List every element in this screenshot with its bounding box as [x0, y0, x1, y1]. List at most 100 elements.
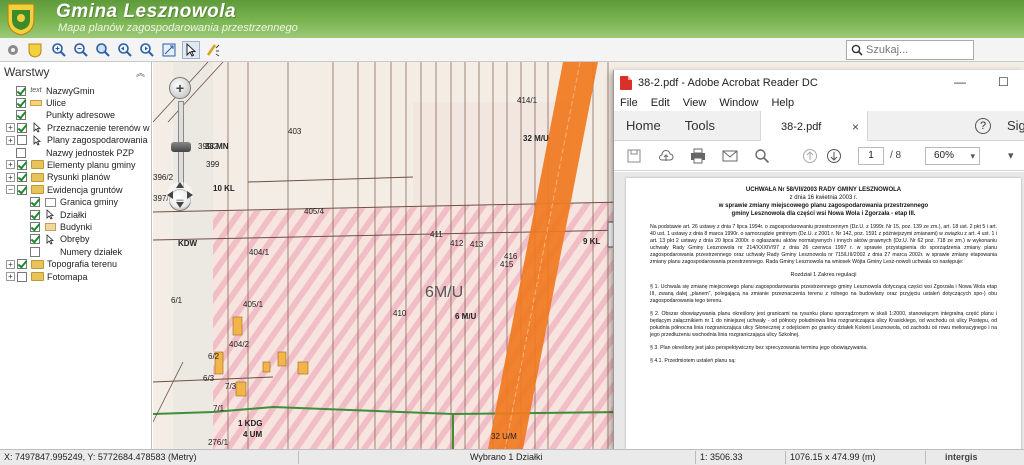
close-tab-icon[interactable]: × [852, 120, 859, 134]
sign-in-label[interactable]: Sig [1007, 118, 1024, 133]
email-icon[interactable] [722, 148, 738, 164]
tab-home[interactable]: Home [614, 111, 673, 140]
menu-item-edit[interactable]: Edit [651, 97, 670, 109]
layer-checkbox[interactable] [30, 197, 40, 208]
layer-item[interactable]: Granica gminy [30, 196, 118, 209]
layer-item[interactable]: + Plany zagospodarowania [6, 134, 148, 147]
expand-toggle-icon[interactable]: + [6, 272, 15, 281]
search-box[interactable] [846, 40, 974, 60]
layer-item[interactable]: Nazwy jednostek PZP [16, 146, 134, 159]
layer-checkbox[interactable] [17, 159, 27, 170]
zoom-out-icon[interactable] [72, 41, 90, 59]
pdf-viewer[interactable]: UCHWAŁA Nr 58/VII/2003 RADY GMINY LESZNO… [614, 172, 1024, 449]
select-cursor-icon[interactable] [182, 41, 200, 59]
page-up-icon[interactable] [802, 148, 818, 164]
zoom-box-icon[interactable] [94, 41, 112, 59]
pdf-page: UCHWAŁA Nr 58/VII/2003 RADY GMINY LESZNO… [626, 178, 1021, 449]
tab-document[interactable]: 38-2.pdf × [760, 111, 868, 142]
layer-checkbox[interactable] [16, 85, 26, 96]
layer-checkbox[interactable] [30, 209, 40, 220]
expand-toggle-icon[interactable]: + [6, 123, 15, 133]
expand-toggle-icon[interactable]: + [6, 172, 15, 182]
layer-checkbox[interactable] [17, 271, 27, 282]
layer-label: Budynki [60, 221, 93, 232]
print-icon[interactable] [690, 148, 706, 164]
layer-item[interactable]: Punkty adresowe [16, 109, 115, 122]
layer-item[interactable]: + Przeznaczenie terenów w [6, 121, 150, 134]
parcel-label: 413 [470, 240, 484, 249]
layer-checkbox[interactable] [30, 221, 40, 232]
search-document-icon[interactable] [754, 148, 770, 164]
select-cursor-icon [43, 233, 57, 245]
layer-checkbox[interactable] [17, 184, 27, 195]
layer-item[interactable]: − Ewidencja gruntów [6, 183, 123, 196]
acrobat-titlebar[interactable]: 38-2.pdf - Adobe Acrobat Reader DC — ☐ [614, 70, 1024, 95]
acrobat-window-title: 38-2.pdf - Adobe Acrobat Reader DC [638, 76, 818, 89]
zoom-select[interactable]: 60% [925, 147, 980, 165]
select-cursor-icon [43, 209, 57, 220]
zoom-track[interactable] [171, 101, 191, 187]
zoom-previous-icon[interactable] [116, 41, 134, 59]
minimize-icon[interactable]: — [954, 75, 966, 89]
help-icon[interactable]: ? [975, 118, 991, 134]
layer-label: Przeznaczenie terenów w [47, 122, 150, 133]
expand-toggle-icon[interactable]: + [6, 259, 15, 269]
acrobat-window[interactable]: 38-2.pdf - Adobe Acrobat Reader DC — ☐ F… [613, 70, 1024, 449]
layer-item[interactable]: Działki [30, 208, 87, 221]
settings-gear-icon[interactable] [4, 41, 22, 59]
layer-item[interactable]: + Topografia terenu [6, 258, 117, 271]
layer-checkbox[interactable] [17, 259, 27, 270]
parcel-label: 399 [206, 160, 220, 169]
acrobat-menubar: File Edit View Window Help [614, 95, 1024, 111]
parcel-label: 6 M/U [455, 312, 477, 321]
zoom-in-icon[interactable] [50, 41, 68, 59]
layer-checkbox[interactable] [17, 135, 27, 146]
parcel-label: 6/2 [208, 352, 220, 361]
layer-item[interactable]: text NazwyGmin [16, 84, 95, 97]
page-number-input[interactable]: 1 [858, 147, 884, 165]
crest-home-icon[interactable] [26, 41, 44, 59]
menu-item-view[interactable]: View [683, 97, 707, 109]
layer-checkbox[interactable] [16, 110, 26, 121]
more-options-icon[interactable]: ▾ [1008, 149, 1014, 162]
layer-label: Obręby [60, 234, 90, 245]
layer-item[interactable]: + Rysunki planów [6, 171, 110, 184]
layer-legend-icon [30, 122, 44, 133]
layer-checkbox[interactable] [17, 172, 27, 183]
tab-tools[interactable]: Tools [673, 111, 727, 140]
parcel-label: 416 [504, 252, 518, 261]
search-input[interactable] [866, 44, 966, 56]
layer-checkbox[interactable] [30, 246, 40, 257]
page-down-icon[interactable] [826, 148, 842, 164]
layer-item[interactable]: Obręby [30, 233, 90, 246]
expand-toggle-icon[interactable]: + [6, 160, 15, 170]
layer-item[interactable]: Numery działek [30, 245, 122, 258]
collapse-chevron-icon[interactable]: ︽ [136, 66, 145, 79]
upload-cloud-icon[interactable] [658, 148, 674, 164]
coordinates-readout: X: 7497847.995249, Y: 5772684.478583 (Me… [4, 452, 197, 462]
identify-info-icon[interactable] [204, 41, 222, 59]
zoom-thumb[interactable] [171, 142, 191, 152]
layer-checkbox[interactable] [16, 147, 26, 158]
layer-checkbox[interactable] [16, 97, 26, 108]
full-extent-icon[interactable] [160, 41, 178, 59]
layer-checkbox[interactable] [17, 122, 27, 133]
menu-item-window[interactable]: Window [719, 97, 758, 109]
parcel-label: 405/1 [243, 300, 264, 309]
maximize-icon[interactable]: ☐ [998, 75, 1009, 89]
save-icon[interactable] [626, 148, 642, 164]
layer-item[interactable]: Ulice [16, 96, 66, 109]
pan-arrows-icon[interactable] [165, 180, 195, 210]
collapse-toggle-icon[interactable]: − [6, 185, 15, 195]
layer-item[interactable]: + Elementy planu gminy [6, 158, 136, 171]
layer-item[interactable]: Budynki [30, 220, 92, 233]
layer-checkbox[interactable] [30, 234, 40, 245]
page-total: / 8 [890, 150, 902, 161]
menu-item-file[interactable]: File [620, 97, 638, 109]
zoom-plus-button[interactable]: + [169, 77, 191, 99]
expand-toggle-icon[interactable]: + [6, 135, 15, 145]
layer-item[interactable]: + Fotomapa [6, 270, 88, 283]
menu-item-help[interactable]: Help [771, 97, 794, 109]
app-title: Gmina Lesznowola [56, 1, 237, 22]
zoom-next-icon[interactable] [138, 41, 156, 59]
